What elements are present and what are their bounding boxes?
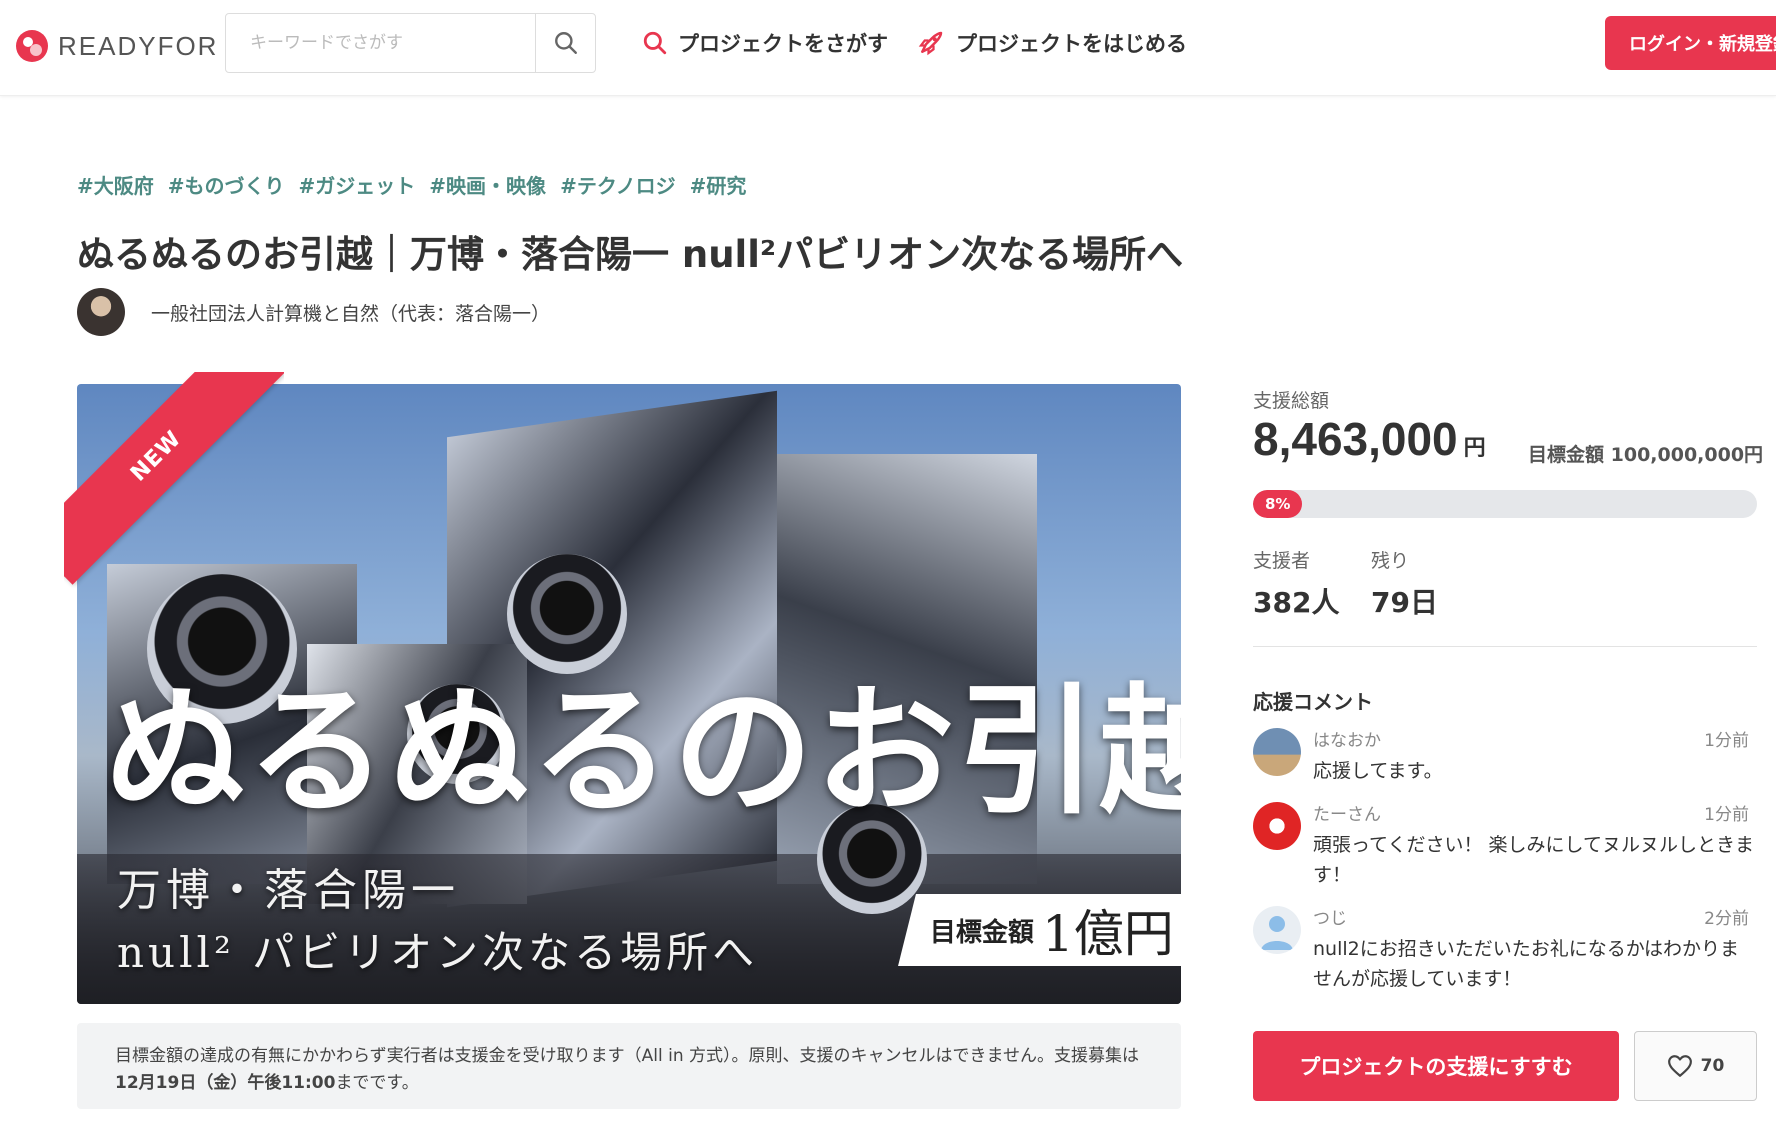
comments-title: 応援コメント [1253, 690, 1373, 714]
search-icon [554, 32, 577, 54]
commenter-avatar[interactable] [1253, 802, 1301, 850]
readyfor-logo[interactable]: READYFOR [16, 30, 218, 62]
nav-find-label: プロジェクトをさがす [678, 32, 888, 56]
hero-subtitle-1: 万博・落合陽一 [117, 865, 460, 916]
backers-label: 支援者 [1253, 550, 1311, 572]
target-amount: 目標金額 100,000,000円 [1528, 440, 1763, 467]
total-amount-unit: 円 [1463, 436, 1486, 461]
comment-item: たーさん 1分前 頑張ってください！ 楽しみにしてヌルヌルしときます！ [1253, 800, 1757, 892]
hero-headline: ぬるぬるのお引越 [105, 670, 1181, 834]
tag-item[interactable]: #テクノロジ [560, 170, 676, 199]
rocket-icon [918, 31, 943, 56]
comment-body: null2にお招きいただいたお礼になるかはわかりませんが応援しています！ [1313, 938, 1739, 990]
nav-start-label: プロジェクトをはじめる [956, 32, 1187, 56]
progress-bar: 8% [1253, 490, 1757, 518]
total-label: 支援総額 [1253, 390, 1330, 412]
site-header: READYFOR プロジェクトをさがす プロジェクトをはじめる ログイン・新規登… [0, 0, 1776, 96]
progress-fill: 8% [1253, 490, 1303, 518]
commenter-avatar[interactable] [1253, 906, 1301, 954]
owner-name: 一般社団法人計算機と自然（代表：落合陽一） [151, 302, 551, 325]
target-value: 100,000,000円 [1610, 444, 1764, 466]
tag-item[interactable]: #ものづくり [168, 170, 285, 199]
comment-body: 応援してます。 [1313, 760, 1443, 782]
notice-text-end: までです。 [335, 1073, 419, 1093]
owner-avatar [77, 288, 125, 336]
comment-item: はなおか 1分前 応援してます。 [1253, 726, 1757, 790]
total-amount-value: 8,463,000 [1253, 413, 1458, 465]
notice-text: 目標金額の達成の有無にかかわらず実行者は支援金を受け取ります（All in 方式… [115, 1046, 1140, 1066]
comment-body: 頑張ってください！ 楽しみにしてヌルヌルしときます！ [1313, 834, 1754, 886]
project-owner[interactable]: 一般社団法人計算機と自然（代表：落合陽一） [77, 288, 550, 336]
new-ribbon-label: NEW [64, 372, 284, 585]
comment-time: 1分前 [1704, 731, 1749, 751]
all-in-notice: 目標金額の達成の有無にかかわらず実行者は支援金を受け取ります（All in 方式… [77, 1023, 1181, 1109]
nav-find-projects[interactable]: プロジェクトをさがす [642, 28, 888, 58]
logo-text: READYFOR [58, 30, 219, 61]
tag-item[interactable]: #研究 [690, 170, 747, 199]
comment-time: 1分前 [1704, 805, 1749, 825]
commenter-name[interactable]: はなおか [1313, 726, 1381, 751]
search-icon [643, 31, 667, 55]
target-label: 目標金額 [1528, 444, 1605, 466]
divider [1253, 646, 1757, 647]
favorite-button[interactable]: 70 [1634, 1031, 1757, 1101]
commenter-avatar[interactable] [1253, 728, 1301, 776]
commenter-name[interactable]: つじ [1313, 904, 1347, 929]
backers-value: 382人 [1253, 586, 1340, 619]
tag-list: #大阪府 #ものづくり #ガジェット #映画・映像 #テクノロジ #研究 [77, 170, 746, 199]
backers-stat: 支援者 382人 [1253, 546, 1339, 621]
comment-item: つじ 2分前 null2にお招きいただいたお礼になるかはわかりませんが応援してい… [1253, 904, 1757, 1000]
search-input[interactable] [226, 14, 535, 72]
login-signup-button[interactable]: ログイン・新規登録 [1605, 16, 1776, 70]
search-button[interactable] [535, 14, 595, 72]
default-user-icon [1261, 916, 1293, 950]
new-ribbon: NEW [64, 372, 284, 592]
remaining-stat: 残り 79日 [1371, 546, 1438, 621]
nav-start-project[interactable]: プロジェクトをはじめる [916, 28, 1187, 58]
hero-goal-label: 目標金額 [930, 917, 1035, 948]
remaining-label: 残り [1371, 550, 1410, 572]
project-title: ぬるぬるのお引越｜万博・落合陽一 null²パビリオン次なる場所へ [77, 233, 1184, 276]
remaining-value: 79日 [1371, 586, 1438, 619]
commenter-name[interactable]: たーさん [1313, 800, 1381, 825]
favorite-count: 70 [1700, 1056, 1725, 1076]
support-project-button[interactable]: プロジェクトの支援にすすむ [1253, 1031, 1619, 1101]
total-amount: 8,463,000 円 [1253, 412, 1486, 466]
notice-deadline: 12月19日（金）午後11:00 [115, 1073, 336, 1093]
tag-item[interactable]: #映画・映像 [429, 170, 546, 199]
hero-goal-badge: 目標金額 1億円 [898, 894, 1181, 966]
search-box [225, 13, 596, 73]
hero-subtitle-2: null² パビリオン次なる場所へ [117, 928, 759, 977]
hero-goal-value: 1億円 [1042, 905, 1174, 963]
logo-icon [16, 30, 48, 62]
heart-icon [1667, 1055, 1692, 1077]
tag-item[interactable]: #大阪府 [77, 170, 154, 199]
tag-item[interactable]: #ガジェット [299, 170, 416, 199]
comment-time: 2分前 [1704, 909, 1749, 929]
